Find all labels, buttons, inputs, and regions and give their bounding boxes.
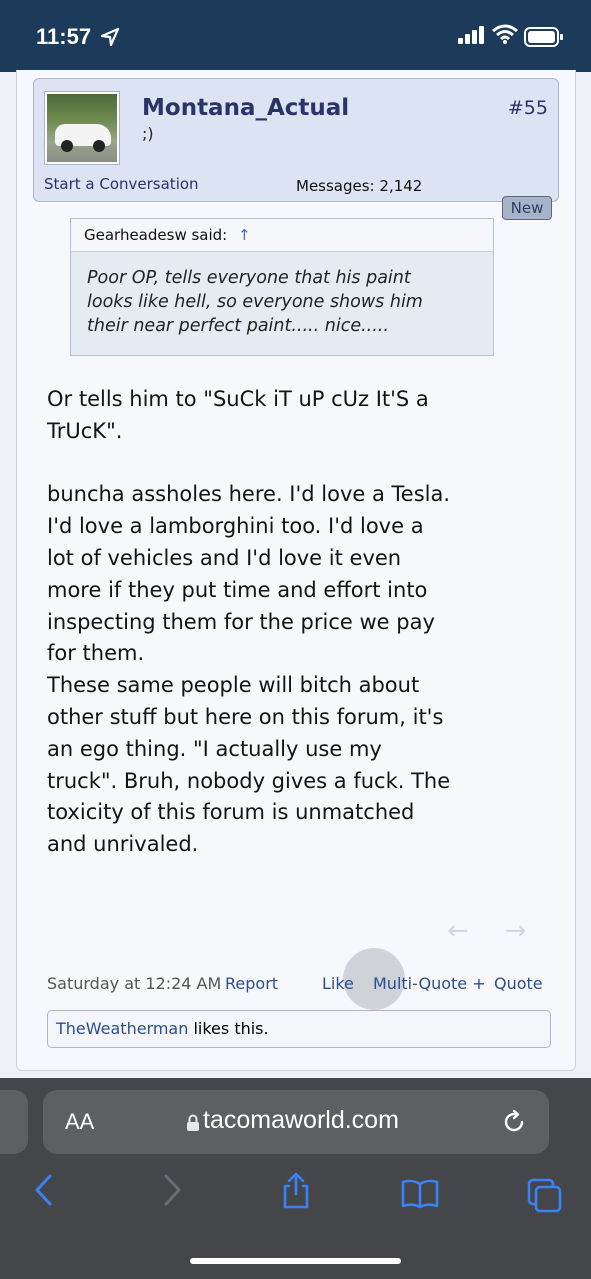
reload-icon[interactable] [501,1109,527,1135]
message-line: buncha assholes here. I'd love a Tesla. [47,482,451,507]
messages-label: Messages: [296,177,375,195]
user-title: ;) [142,124,154,143]
bookmarks-icon[interactable] [400,1178,440,1210]
messages-count: Messages: 2,142 [296,177,422,195]
user-info-box: Montana_Actual ;) #55 Start a Conversati… [33,78,559,202]
url-domain: tacomaworld.com [203,1106,399,1134]
avatar[interactable] [44,91,120,165]
text-size-button[interactable]: AA [65,1109,94,1135]
message-line: for them. [47,641,145,666]
message-line: TrUcK". [47,418,123,443]
likes-summary: TheWeatherman likes this. [47,1010,551,1048]
quote-line: looks like hell, so everyone shows him [87,292,423,312]
message-line: I'd love a lamborghini too. I'd love a [47,514,424,539]
wifi-icon [492,24,518,44]
likes-suffix: likes this. [188,1019,269,1038]
message-line: and unrivaled. [47,832,199,857]
forum-post: Montana_Actual ;) #55 Start a Conversati… [16,70,576,1071]
next-arrow-icon[interactable]: → [505,916,527,946]
message-line: Or tells him to "SuCk iT uP cUz It'S a [47,387,429,411]
like-link[interactable]: Like [322,974,354,993]
message-line: toxicity of this forum is unmatched [47,800,415,825]
tabs-icon[interactable] [526,1177,564,1213]
multi-quote-link[interactable]: Multi-Quote + [373,974,486,993]
home-indicator [190,1258,401,1264]
message-line: more if they put time and effort into [47,577,428,602]
previous-arrow-icon[interactable]: ← [447,916,469,946]
post-number-link[interactable]: #55 [508,97,548,119]
status-time: 11:57 [36,24,92,49]
status-bar: 11:57 [0,0,591,72]
quote-text: Poor OP, tells everyone that his paint l… [71,252,493,338]
address-bar[interactable]: AA tacomaworld.com [43,1090,549,1154]
battery-icon [524,27,563,47]
post-datetime[interactable]: Saturday at 12:24 AM [47,974,221,993]
message-line: an ego thing. "I actually use my [47,736,382,761]
new-badge: New [502,196,552,220]
avatar-car-image [47,94,117,162]
post-message: Or tells him to "SuCk iT uP cUz It'S a T… [47,384,557,861]
cellular-signal-icon [458,26,484,44]
lock-icon [187,1114,199,1131]
liker-link[interactable]: TheWeatherman [56,1019,188,1038]
go-to-quote-arrow-icon[interactable]: ↑ [238,226,251,244]
quote-line: their near perfect paint..... nice..... [87,316,389,336]
back-arrow-icon[interactable] [32,1173,56,1207]
forum-page: Montana_Actual ;) #55 Start a Conversati… [0,70,591,1078]
quote-link[interactable]: Quote [494,974,543,993]
quote-author: Gearheadesw said: [84,226,228,244]
report-link[interactable]: Report [225,974,278,993]
message-line: These same people will bitch about [47,673,420,698]
username-link[interactable]: Montana_Actual [142,95,349,121]
start-conversation-link[interactable]: Start a Conversation [44,175,199,193]
quote-block: Gearheadesw said: ↑ Poor OP, tells every… [70,218,494,356]
share-icon[interactable] [280,1170,312,1210]
message-line: truck". Bruh, nobody gives a fuck. The [47,768,451,793]
quote-header: Gearheadesw said: ↑ [71,219,493,252]
previous-tab-preview[interactable] [0,1090,28,1154]
forward-arrow-icon[interactable] [160,1173,184,1207]
message-line: lot of vehicles and I'd love it even [47,545,402,570]
browser-bar: AA tacomaworld.com [0,1078,591,1279]
quote-line: Poor OP, tells everyone that his paint [87,268,411,288]
post-nav-arrows: ← → [447,916,563,946]
message-line: inspecting them for the price we pay [47,609,435,634]
message-line: other stuff but here on this forum, it's [47,704,444,729]
messages-value: 2,142 [379,177,423,195]
location-arrow-icon [100,27,120,47]
